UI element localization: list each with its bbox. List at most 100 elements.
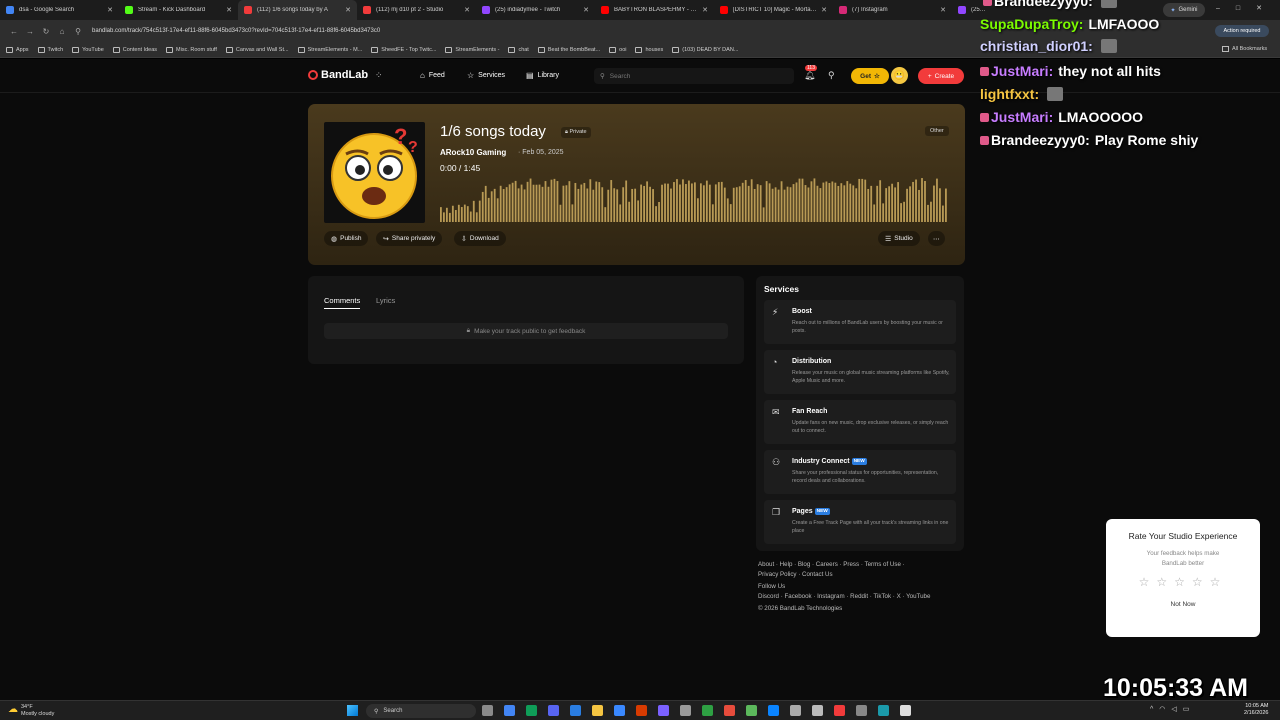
tab-close-icon[interactable]: ✕ — [940, 6, 946, 14]
get-membership-button[interactable]: Get ☆ — [851, 68, 889, 84]
browser-tab[interactable]: Stream - Kick Dashboard ✕ — [119, 0, 238, 20]
user-avatar[interactable]: 😬 — [891, 67, 908, 84]
taskbar-app-icon[interactable] — [768, 705, 779, 716]
search-button-icon[interactable]: ⚲ — [828, 70, 835, 81]
rating-stars[interactable]: ☆☆☆☆☆ — [1106, 575, 1260, 589]
home-icon[interactable]: ⌂ — [54, 27, 70, 36]
bookmark-item[interactable]: StreamElements - — [445, 46, 499, 53]
nav-services[interactable]: ☆ Services — [467, 71, 505, 80]
footer-links-1[interactable]: About · Help · Blog · Careers · Press · … — [758, 560, 968, 570]
tray-clock[interactable]: 10:05 AM 2/16/2026 — [1244, 703, 1268, 717]
tab-close-icon[interactable]: ✕ — [107, 6, 113, 14]
url-field[interactable]: bandlab.com/track/754c513f-17e4-ef11-88f… — [92, 28, 380, 34]
browser-tab[interactable]: (112) mj d10 pt 2 - Studio ✕ — [357, 0, 476, 20]
taskbar-app-icon[interactable] — [878, 705, 889, 716]
bookmark-item[interactable]: YouTube — [72, 46, 104, 53]
bookmark-item[interactable]: Apps — [6, 46, 29, 53]
taskbar-app-icon[interactable] — [592, 705, 603, 716]
taskbar-app-icon[interactable] — [856, 705, 867, 716]
taskbar-app-icon[interactable] — [900, 705, 911, 716]
bookmark-item[interactable]: chat — [508, 46, 529, 53]
chevron-up-icon[interactable]: ^ — [1150, 706, 1159, 713]
tab-close-icon[interactable]: ✕ — [226, 6, 232, 14]
taskbar-app-icon[interactable] — [658, 705, 669, 716]
browser-tab[interactable]: (7) Instagram ✕ — [833, 0, 952, 20]
taskbar-app-icon[interactable] — [482, 705, 493, 716]
bookmark-item[interactable]: houses — [635, 46, 663, 53]
taskbar-app-icon[interactable] — [834, 705, 845, 716]
site-info-icon[interactable]: ⚲ — [70, 27, 86, 36]
bookmark-item[interactable]: Content Ideas — [112, 46, 157, 53]
browser-tab[interactable]: BABYTRON BLASPEHMY - You ✕ — [595, 0, 714, 20]
taskbar-app-icon[interactable] — [724, 705, 735, 716]
taskbar-app-icon[interactable] — [526, 705, 537, 716]
forward-icon[interactable]: → — [22, 27, 38, 36]
browser-tab[interactable]: dsa - Google Search ✕ — [0, 0, 119, 20]
taskbar-app-icon[interactable] — [548, 705, 559, 716]
tab-close-icon[interactable]: ✕ — [464, 6, 470, 14]
more-options-button[interactable]: ⋯ — [928, 231, 945, 246]
publish-button[interactable]: ◍ Publish — [324, 231, 369, 246]
share-privately-button[interactable]: ↪ Share privately — [376, 231, 443, 246]
bookmark-item[interactable]: SheedFE - Top Twitc... — [371, 46, 436, 53]
all-bookmarks[interactable]: All Bookmarks — [1222, 46, 1267, 52]
taskbar-app-icon[interactable] — [790, 705, 801, 716]
service-boost[interactable]: ⚡︎ Boost Reach out to millions of BandLa… — [764, 300, 956, 344]
bookmark-item[interactable]: StreamElements - M... — [297, 46, 362, 53]
social-links[interactable]: Discord · Facebook · Instagram · Reddit … — [758, 592, 968, 602]
taskbar-app-icon[interactable] — [680, 705, 691, 716]
tab-lyrics[interactable]: Lyrics — [376, 296, 395, 305]
tab-comments[interactable]: Comments — [324, 296, 361, 309]
service-pages[interactable]: ❐ Pages NEW Create a Free Track Page with… — [764, 500, 956, 544]
browser-tab[interactable]: (25) indiadymee - Twitch ✕ — [476, 0, 595, 20]
artist-name[interactable]: ARock10 Gaming — [440, 148, 506, 157]
bandlab-logo[interactable]: BandLab — [308, 69, 368, 81]
tab-close-icon[interactable]: ✕ — [583, 6, 589, 14]
taskbar-app-icon[interactable] — [746, 705, 757, 716]
browser-tab[interactable]: (112) 1/6 songs today by A ✕ — [238, 0, 357, 20]
nav-feed[interactable]: ⌂ Feed — [420, 71, 445, 80]
back-icon[interactable]: ← — [6, 27, 22, 36]
studio-button[interactable]: ☰ Studio — [878, 231, 920, 246]
windows-start-icon[interactable] — [347, 705, 358, 716]
taskbar-app-icon[interactable] — [812, 705, 823, 716]
close-icon[interactable]: ✕ — [1256, 5, 1278, 12]
service-distribution[interactable]: ◔ Distribution Release your music on glo… — [764, 350, 956, 394]
taskbar-app-icon[interactable] — [702, 705, 713, 716]
taskbar-app-icon[interactable] — [614, 705, 625, 716]
taskbar-search[interactable]: ⚲ Search — [366, 704, 476, 718]
minimize-icon[interactable]: – — [1216, 5, 1236, 12]
nav-library[interactable]: ▤ Library — [526, 71, 559, 80]
notification-bell-icon[interactable]: 🔔︎ — [804, 70, 815, 81]
service-fan-reach[interactable]: ✉ Fan Reach Update fans on new music, dr… — [764, 400, 956, 444]
wifi-icon[interactable]: ◠ — [1159, 706, 1171, 713]
apps-grid-icon[interactable]: ⁘ — [375, 70, 383, 81]
gemini-button[interactable]: ✦ Gemini — [1163, 3, 1205, 17]
not-now-button[interactable]: Not Now — [1106, 601, 1260, 608]
create-button[interactable]: + Create — [918, 68, 964, 84]
maximize-icon[interactable]: □ — [1236, 5, 1256, 12]
battery-icon[interactable]: ▭ — [1183, 706, 1196, 713]
bookmark-item[interactable]: Twitch — [37, 46, 63, 53]
weather-widget[interactable]: ☁︎ 34°F Mostly cloudy — [8, 704, 54, 717]
taskbar-app-icon[interactable] — [570, 705, 581, 716]
bookmark-item[interactable]: Beat the BombBeat... — [537, 46, 600, 53]
footer-links-2[interactable]: Privacy Policy · Contact Us — [758, 570, 968, 580]
tab-close-icon[interactable]: ✕ — [345, 6, 351, 14]
bookmark-item[interactable]: ooi — [609, 46, 626, 53]
taskbar-app-icon[interactable] — [636, 705, 647, 716]
browser-tab[interactable]: [DISTRICT 10] Magic - Mortal K ✕ — [714, 0, 833, 20]
bookmark-item[interactable]: Canvas and Wall St... — [225, 46, 289, 53]
bookmark-item[interactable]: (103) DEAD BY DAN... — [672, 46, 738, 53]
taskbar-app-icon[interactable] — [504, 705, 515, 716]
action-required-button[interactable]: Action required — [1215, 25, 1269, 37]
tab-close-icon[interactable]: ✕ — [821, 6, 827, 14]
genre-badge[interactable]: Other — [925, 126, 949, 136]
search-input[interactable]: ⚲ Search — [594, 68, 794, 84]
bookmark-item[interactable]: Misc. Room stuff — [166, 46, 217, 53]
waveform[interactable] — [440, 176, 948, 222]
tab-close-icon[interactable]: ✕ — [702, 6, 708, 14]
volume-icon[interactable]: ◁ — [1171, 706, 1182, 713]
download-button[interactable]: ⇩ Download — [454, 231, 506, 246]
service-industry-connect[interactable]: ⚇ Industry Connect NEW Share your profess… — [764, 450, 956, 494]
